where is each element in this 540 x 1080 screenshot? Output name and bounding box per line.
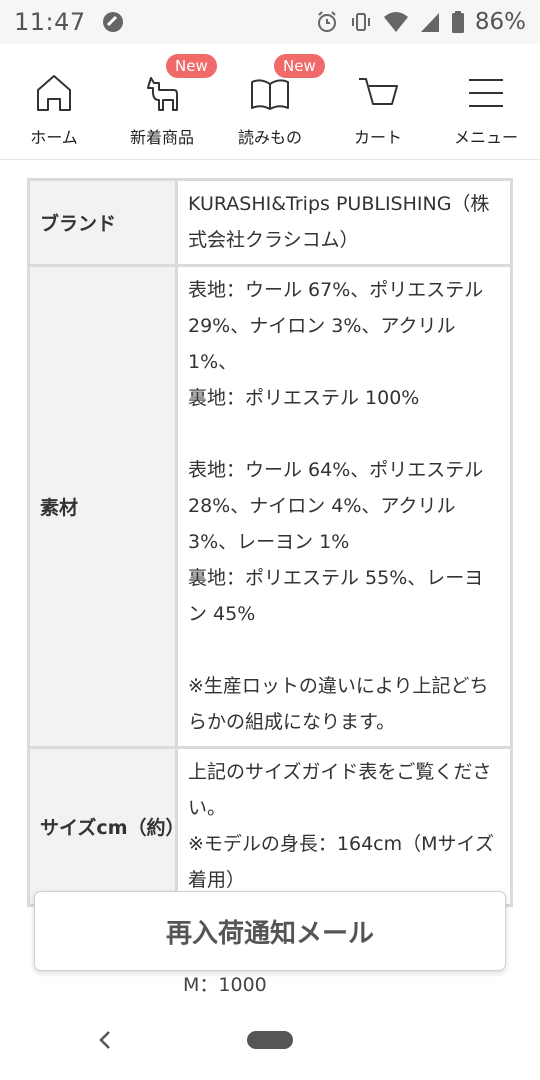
alarm-icon <box>317 11 336 32</box>
restock-notify-button[interactable]: 再入荷通知メール <box>34 891 506 971</box>
signal-icon <box>420 13 439 32</box>
nav-item-reading[interactable]: New 読みもの <box>216 44 325 159</box>
vibrate-icon <box>351 13 370 31</box>
size-value: 上記のサイズガイド表をご覧ください。 ※モデルの身長：164cm（Mサイズ着用） <box>175 746 513 907</box>
status-icons: 86% <box>315 9 526 35</box>
menu-icon <box>469 79 503 107</box>
header-nav: ホーム New 新着商品 New 読みもの カート メニュー <box>0 44 540 160</box>
material-line: 表地：ウール 64%、ポリエステル 28%、ナイロン 4%、アクリル 3%、レー… <box>188 459 484 553</box>
size-label: サイズcm（約） <box>27 746 185 907</box>
home-pill[interactable] <box>247 1031 293 1049</box>
status-time: 11:47 <box>14 8 86 36</box>
new-badge: New <box>166 54 217 78</box>
battery-percentage: 86% <box>474 9 526 35</box>
nav-label-new-products: 新着商品 <box>129 128 194 147</box>
home-icon <box>37 75 71 111</box>
new-badge: New <box>274 54 325 78</box>
brand-value: KURASHI&Trips PUBLISHING（株式会社クラシコム） <box>175 178 513 267</box>
nav-item-cart[interactable]: カート <box>324 44 432 159</box>
product-spec-section: ブランド KURASHI&Trips PUBLISHING（株式会社クラシコム）… <box>0 160 540 1000</box>
material-line: 表地：ウール 67%、ポリエステル 29%、ナイロン 3%、アクリル 1%、 <box>188 279 484 373</box>
material-spacer <box>188 632 502 668</box>
brand-label: ブランド <box>27 178 178 267</box>
nav-label-reading: 読みもの <box>237 128 302 147</box>
material-line: 裏地：ポリエステル 100% <box>188 387 420 409</box>
material-value: 表地：ウール 67%、ポリエステル 29%、ナイロン 3%、アクリル 1%、 裏… <box>175 264 513 749</box>
nav-item-menu[interactable]: メニュー <box>432 44 540 159</box>
spec-table: ブランド KURASHI&Trips PUBLISHING（株式会社クラシコム）… <box>27 178 513 907</box>
material-label: 素材 <box>27 264 178 749</box>
table-row: サイズcm（約） 上記のサイズガイド表をご覧ください。 ※モデルの身長：164c… <box>27 746 513 907</box>
nav-label-menu: メニュー <box>453 128 518 147</box>
system-nav-bar <box>0 1000 540 1080</box>
nav-item-home[interactable]: ホーム <box>0 44 108 159</box>
cart-icon <box>359 78 398 105</box>
nav-label-home: ホーム <box>30 128 78 147</box>
wifi-icon <box>383 12 408 32</box>
nav-label-cart: カート <box>353 128 402 147</box>
partial-size-text: M：1000 <box>183 974 267 996</box>
battery-icon <box>451 11 464 33</box>
back-icon[interactable] <box>94 1026 116 1054</box>
material-spacer <box>188 416 502 452</box>
table-row: ブランド KURASHI&Trips PUBLISHING（株式会社クラシコム） <box>27 178 513 267</box>
size-line: ※モデルの身長：164cm（Mサイズ着用） <box>188 833 494 891</box>
size-line: 上記のサイズガイド表をご覧ください。 <box>188 761 492 819</box>
no-entry-icon <box>102 12 123 32</box>
nav-item-new-products[interactable]: New 新着商品 <box>108 44 217 159</box>
status-bar: 11:47 86% <box>0 0 540 44</box>
material-note: ※生産ロットの違いにより上記どちらかの組成になります。 <box>188 675 489 733</box>
table-row: 素材 表地：ウール 67%、ポリエステル 29%、ナイロン 3%、アクリル 1%… <box>27 264 513 749</box>
material-line: 裏地：ポリエステル 55%、レーヨン 45% <box>188 567 484 625</box>
